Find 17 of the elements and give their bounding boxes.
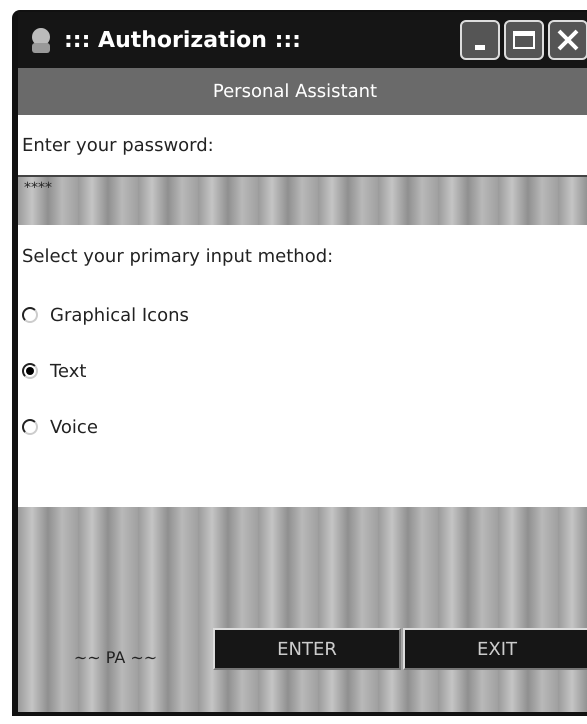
window-title: ::: Authorization ::: xyxy=(64,26,301,54)
footer-button[interactable]: ENTER xyxy=(213,628,401,670)
radio-option[interactable]: Graphical Icons xyxy=(18,287,193,343)
footer-label: ~~ PA ~~ xyxy=(72,647,158,669)
maximize-icon xyxy=(513,31,535,49)
password-field[interactable]: **** xyxy=(18,175,587,225)
footer-button[interactable]: EXIT xyxy=(403,628,587,670)
close-icon xyxy=(556,28,580,52)
header-title: Personal Assistant xyxy=(212,80,378,104)
minimize-button[interactable] xyxy=(460,20,500,60)
input-method-label: Select your primary input method: xyxy=(22,244,334,268)
radio-option[interactable]: Voice xyxy=(18,399,102,455)
close-button[interactable] xyxy=(548,20,587,60)
radio-option[interactable]: Text xyxy=(18,343,90,399)
maximize-button[interactable] xyxy=(504,20,544,60)
password-label: Enter your password: xyxy=(22,134,214,158)
minimize-icon xyxy=(475,45,485,50)
